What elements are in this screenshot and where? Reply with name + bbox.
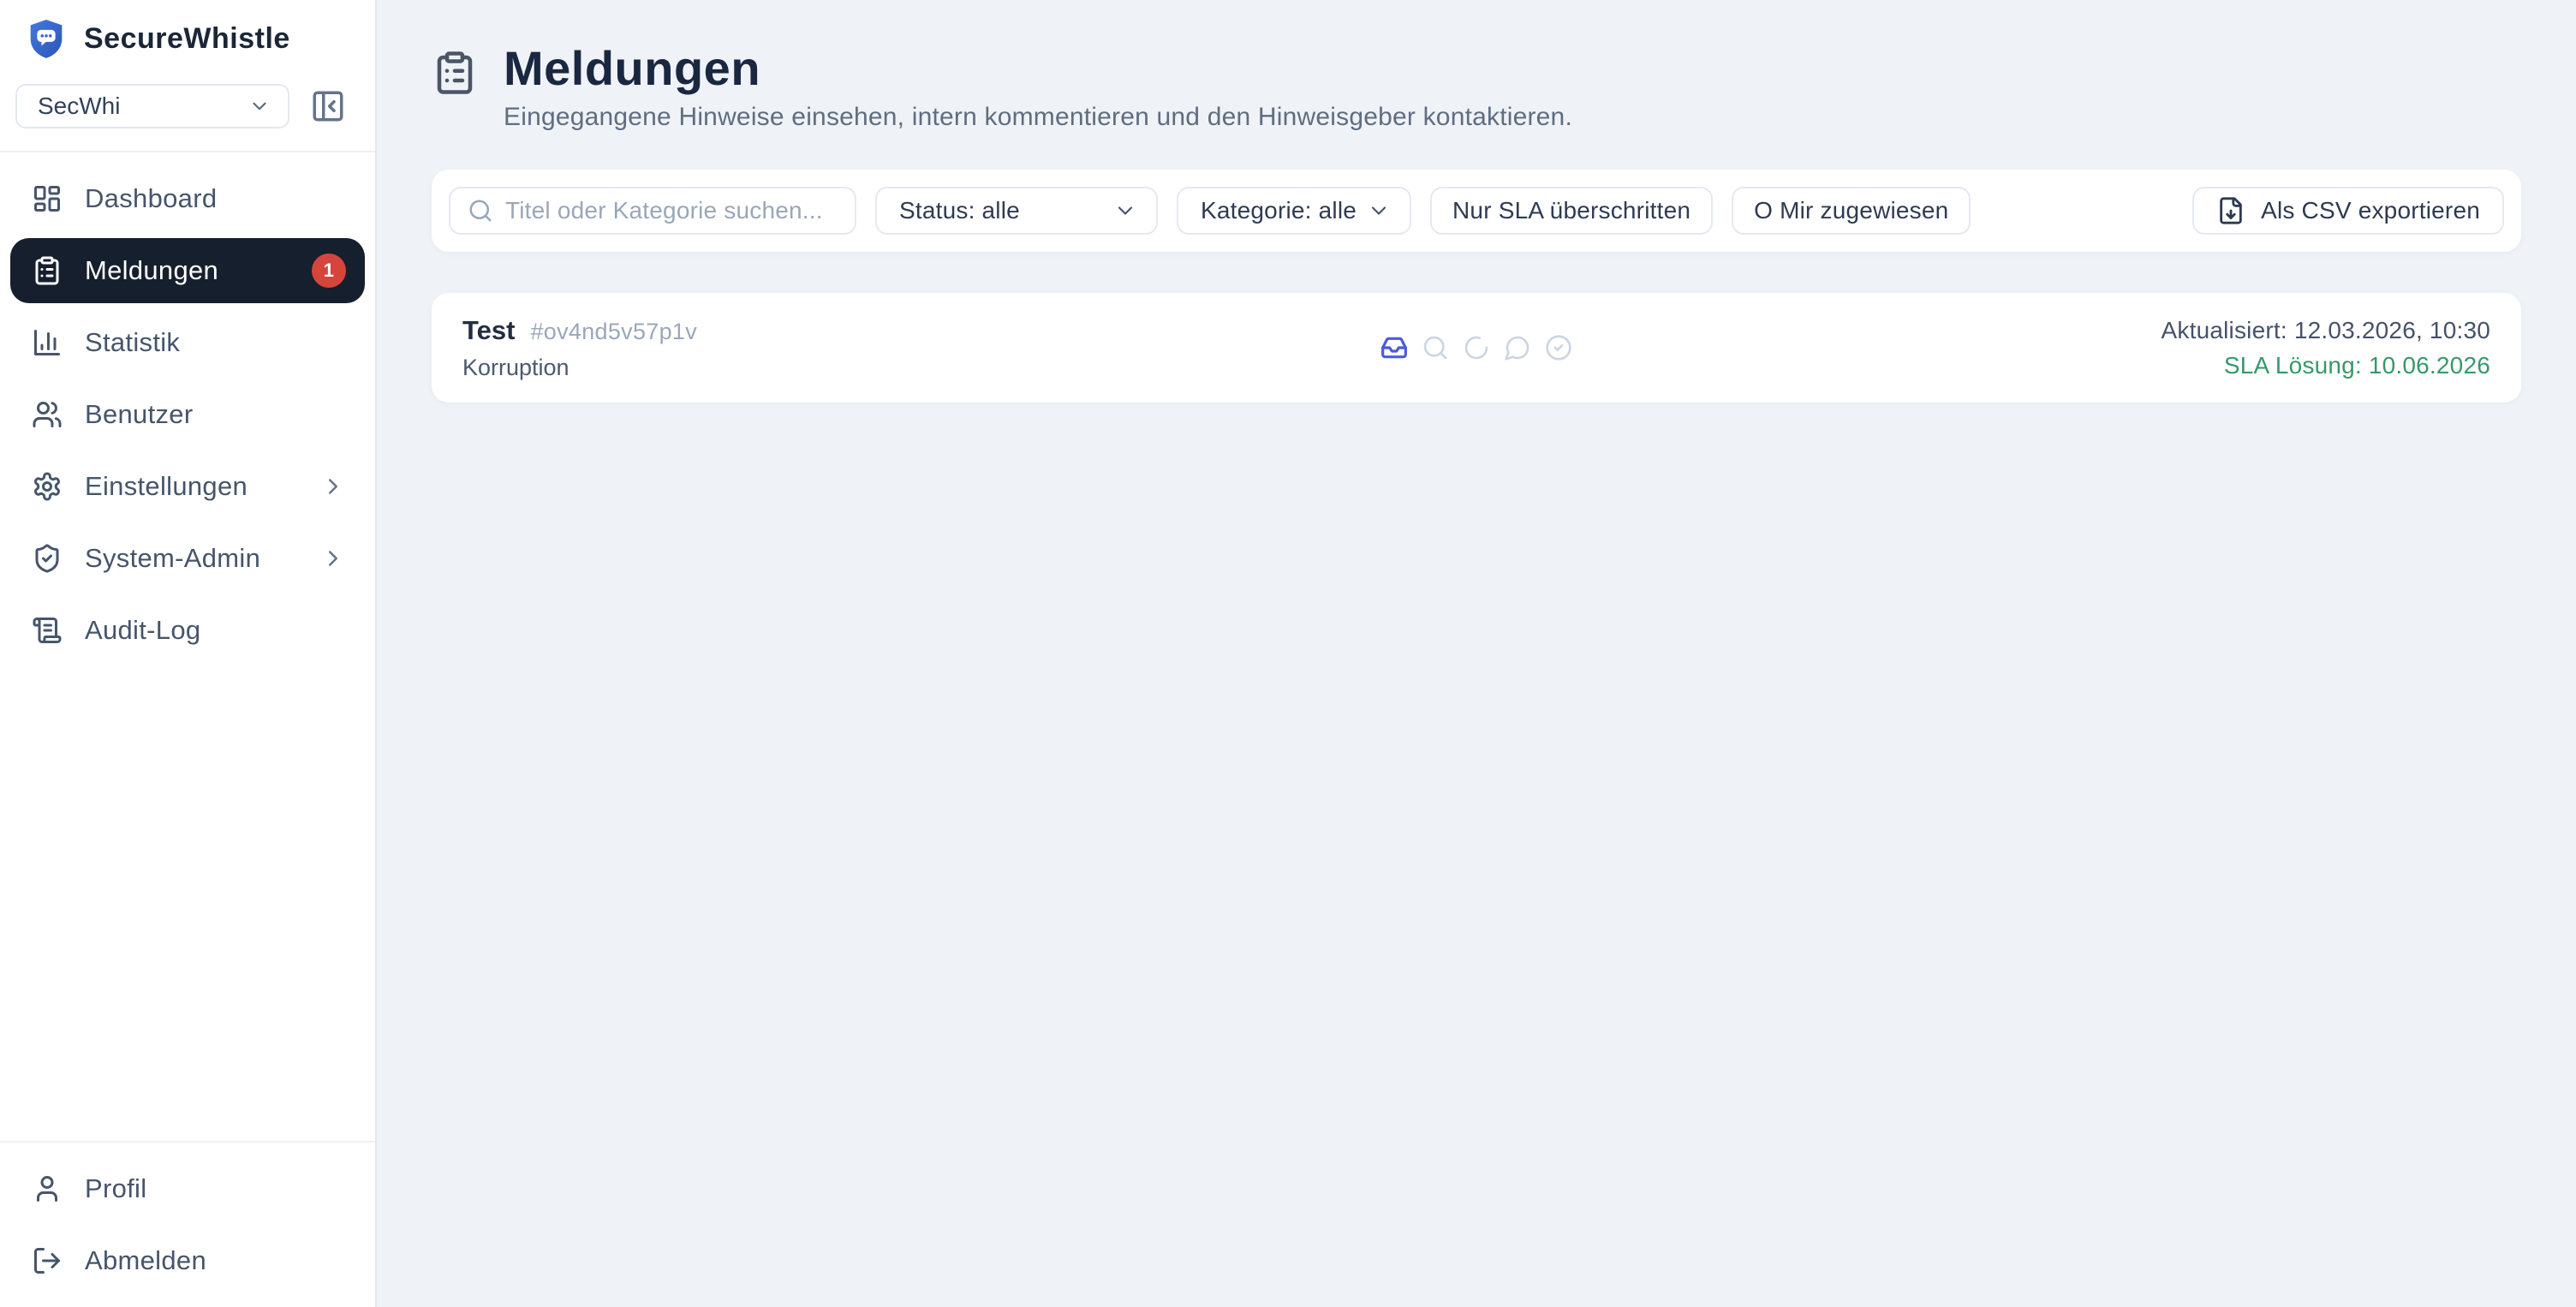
sidebar: SecureWhistle SecWhi Dashboard Meldungen… (0, 0, 377, 1307)
communication-status-icon (1504, 334, 1531, 361)
sidebar-item-dashboard[interactable]: Dashboard (10, 166, 365, 231)
sidebar-item-label: Dashboard (85, 183, 218, 213)
review-status-icon (1422, 334, 1449, 361)
sidebar-item-benutzer[interactable]: Benutzer (10, 382, 365, 447)
chevron-right-icon (320, 474, 346, 499)
page-title: Meldungen (504, 41, 761, 95)
category-filter-select[interactable]: Kategorie: alle (1177, 187, 1412, 236)
logout-icon (32, 1245, 63, 1276)
sidebar-item-label: Einstellungen (85, 471, 248, 501)
sidebar-nav: Dashboard Meldungen 1 Statistik Benutzer… (0, 152, 375, 663)
sidebar-item-einstellungen[interactable]: Einstellungen (10, 454, 365, 519)
report-status-steps (1380, 334, 1572, 361)
sidebar-item-label: System-Admin (85, 543, 261, 573)
chevron-right-icon (320, 546, 346, 571)
panel-left-close-icon (310, 88, 346, 124)
report-category: Korruption (462, 354, 569, 380)
category-filter-value: Kategorie: alle (1201, 197, 1357, 224)
scroll-text-icon (32, 615, 63, 646)
file-download-icon (2216, 196, 2245, 225)
shield-check-icon (32, 543, 63, 574)
report-dates: Aktualisiert: 12.03.2026, 10:30 SLA Lösu… (2162, 317, 2490, 379)
main-content: Meldungen Eingegangene Hinweise einsehen… (377, 0, 2576, 1307)
search-field (449, 187, 856, 236)
gear-icon (32, 471, 63, 502)
report-row[interactable]: Test #ov4nd5v57p1v Korruption Aktualisie… (432, 293, 2521, 403)
inbox-status-icon (1380, 334, 1408, 361)
export-csv-label: Als CSV exportieren (2261, 197, 2480, 224)
report-id: #ov4nd5v57p1v (530, 318, 698, 344)
brand: SecureWhistle (15, 17, 360, 84)
clipboard-list-icon (432, 50, 478, 96)
dashboard-icon (32, 183, 63, 214)
sidebar-item-profil[interactable]: Profil (10, 1156, 365, 1221)
status-filter-select[interactable]: Status: alle (875, 187, 1158, 236)
users-icon (32, 399, 63, 430)
sla-overdue-filter-button[interactable]: Nur SLA überschritten (1430, 187, 1714, 236)
chevron-down-icon (1113, 199, 1137, 223)
sidebar-footer: Profil Abmelden (0, 1141, 375, 1307)
chevron-down-icon (248, 95, 271, 117)
org-row: SecWhi (15, 84, 360, 128)
search-icon (468, 198, 493, 224)
export-csv-button[interactable]: Als CSV exportieren (2192, 187, 2504, 236)
sidebar-item-system-admin[interactable]: System-Admin (10, 526, 365, 591)
sidebar-item-abmelden[interactable]: Abmelden (10, 1228, 365, 1293)
sidebar-item-statistik[interactable]: Statistik (10, 310, 365, 375)
report-info: Test #ov4nd5v57p1v Korruption (462, 315, 697, 381)
chevron-down-icon (1367, 199, 1391, 223)
report-sla-date: SLA Lösung: 10.06.2026 (2223, 351, 2490, 379)
sidebar-item-audit-log[interactable]: Audit-Log (10, 598, 365, 663)
sidebar-header: SecureWhistle SecWhi (0, 0, 375, 152)
page-header-text: Meldungen Eingegangene Hinweise einsehen… (504, 41, 1572, 132)
search-input[interactable] (505, 197, 838, 225)
sidebar-item-label: Abmelden (85, 1245, 206, 1275)
clipboard-list-icon (32, 255, 63, 286)
org-select[interactable]: SecWhi (15, 84, 289, 128)
sidebar-item-label: Meldungen (85, 255, 219, 285)
in-progress-status-icon (1463, 334, 1490, 361)
assigned-to-me-filter-button[interactable]: O Mir zugewiesen (1732, 187, 1971, 236)
unread-count-badge: 1 (312, 254, 346, 288)
bar-chart-icon (32, 327, 63, 358)
filter-bar: Status: alle Kategorie: alle Nur SLA übe… (432, 170, 2521, 253)
shield-chat-logo-icon (27, 17, 65, 60)
report-updated: Aktualisiert: 12.03.2026, 10:30 (2161, 316, 2490, 343)
page-header: Meldungen Eingegangene Hinweise einsehen… (432, 41, 2521, 132)
user-icon (32, 1173, 63, 1204)
report-title: Test (462, 314, 516, 345)
sidebar-item-meldungen[interactable]: Meldungen 1 (10, 238, 365, 303)
sidebar-item-label: Profil (85, 1173, 147, 1203)
report-title-row: Test #ov4nd5v57p1v (462, 315, 697, 346)
sidebar-item-label: Statistik (85, 327, 181, 357)
resolved-status-icon (1545, 334, 1572, 361)
status-filter-value: Status: alle (899, 197, 1020, 224)
sidebar-item-label: Benutzer (85, 399, 194, 429)
brand-name: SecureWhistle (84, 21, 290, 55)
sidebar-collapse-button[interactable] (308, 87, 348, 126)
page-subtitle: Eingegangene Hinweise einsehen, intern k… (504, 103, 1572, 132)
org-select-value: SecWhi (38, 93, 121, 119)
sidebar-item-label: Audit-Log (85, 615, 201, 645)
